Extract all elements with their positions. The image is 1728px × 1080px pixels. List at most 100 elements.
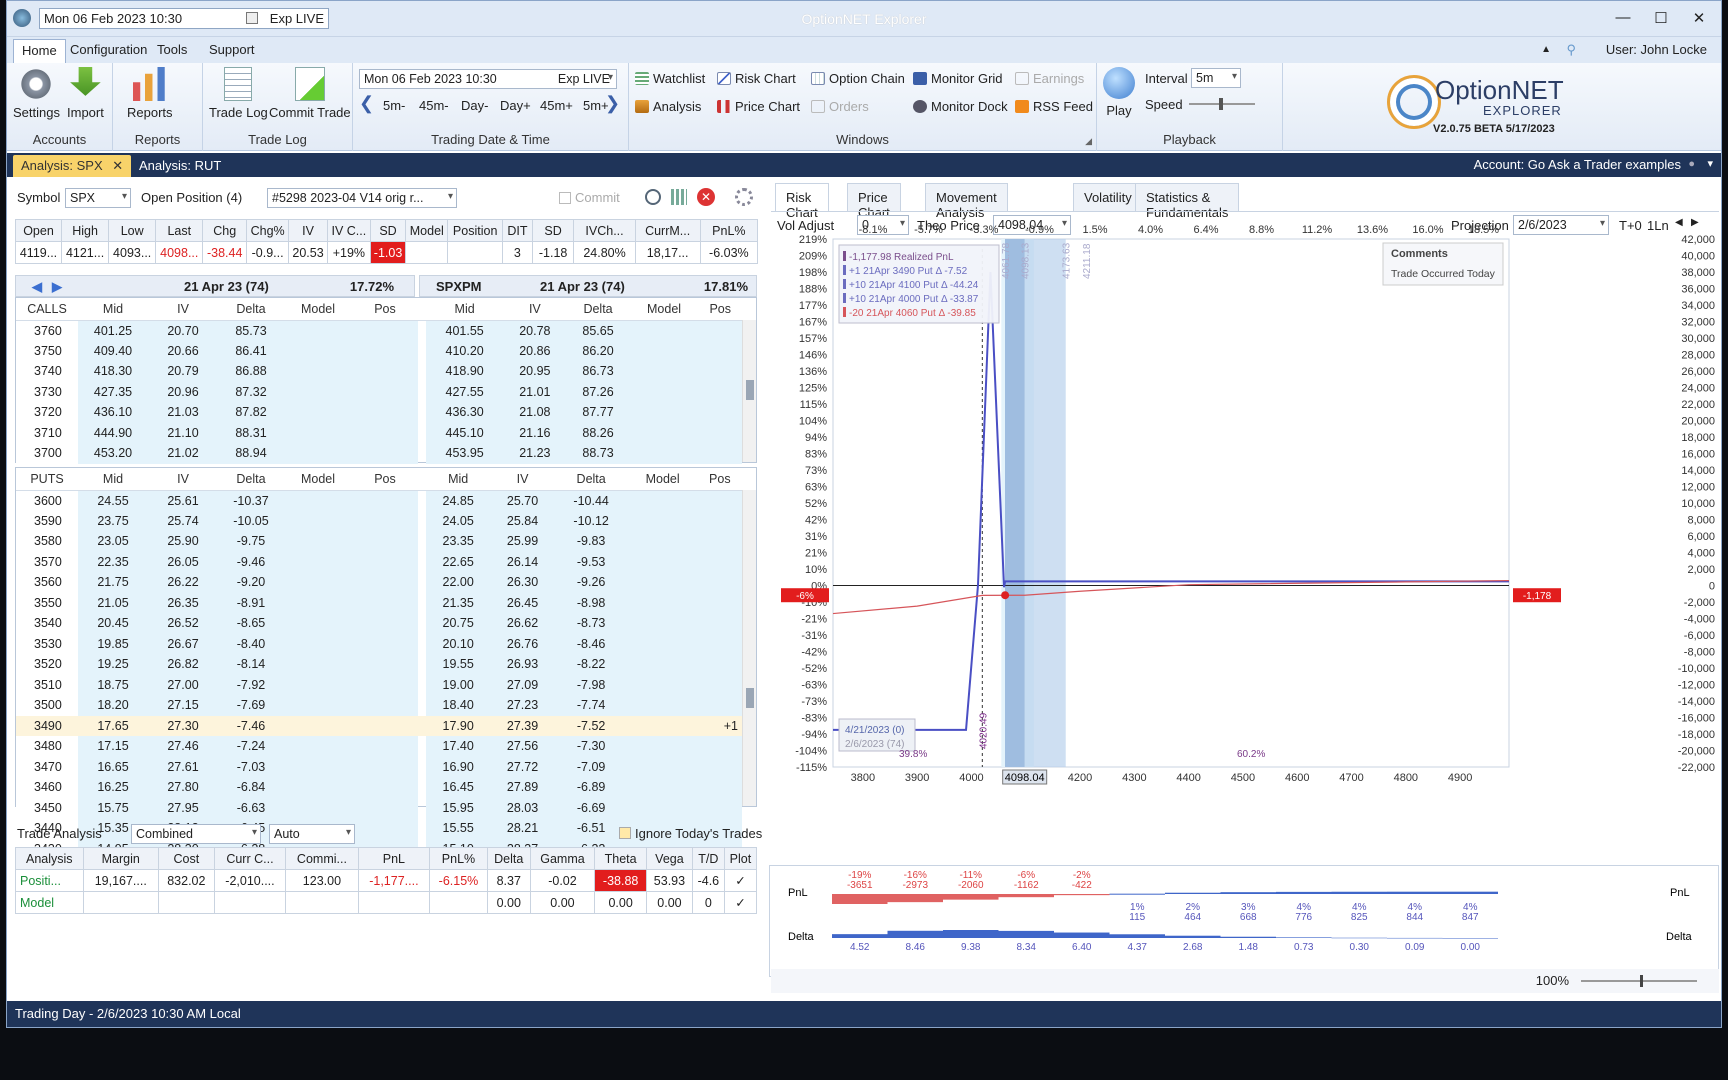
pm-pos-cell[interactable] (697, 510, 742, 531)
pos-cell[interactable] (352, 422, 418, 443)
earnings-button[interactable]: Earnings (1015, 71, 1084, 86)
risk-chart[interactable]: 219% 209% 198% 188% 177% 167% 157% 146% 136% 125%… (771, 224, 1719, 865)
puts-scrollbar[interactable] (742, 490, 756, 806)
table-row[interactable]: 3750 409.40 20.66 86.41 410.20 20.86 86.20 (16, 340, 756, 361)
pm-pos-cell[interactable] (697, 756, 742, 777)
pm-pos-cell[interactable] (697, 674, 742, 695)
pin-icon[interactable]: ⚲ (1566, 42, 1576, 58)
tplus-label[interactable]: T+0 (1619, 218, 1642, 233)
commit-trade-button[interactable]: Commit Trade (269, 67, 351, 120)
table-row[interactable]: 3570 22.35 26.05 -9.46 22.65 26.14 -9.53 (16, 551, 756, 572)
analysis-row[interactable]: Model 0.00 0.00 0.00 0.00 0 ✓ (15, 891, 758, 914)
pos-cell[interactable] (352, 736, 418, 757)
pos-cell[interactable] (352, 592, 418, 613)
pos-cell[interactable] (352, 633, 418, 654)
table-row[interactable]: 3500 18.20 27.15 -7.69 18.40 27.23 -7.74 (16, 695, 756, 716)
pos-cell[interactable] (352, 797, 418, 818)
pm-pos-cell[interactable] (697, 592, 742, 613)
analysis-cell[interactable]: Model (15, 891, 84, 914)
option-chain-button[interactable]: Option Chain (811, 71, 905, 86)
pm-pos-cell[interactable] (698, 422, 742, 443)
speed-slider[interactable] (1189, 98, 1255, 110)
plot-checkbox[interactable]: ✓ (723, 869, 758, 892)
monitor-grid-button[interactable]: Monitor Grid (913, 71, 1003, 86)
calls-scrollbar[interactable] (742, 320, 756, 462)
pm-pos-cell[interactable] (697, 777, 742, 798)
pos-cell[interactable] (352, 756, 418, 777)
table-row[interactable]: 3740 418.30 20.79 86.88 418.90 20.95 86.73 (16, 361, 756, 382)
table-row[interactable]: 3710 444.90 21.10 88.31 445.10 21.16 88.26 (16, 422, 756, 443)
tab-movement-analysis[interactable]: Movement Analysis (925, 183, 1008, 220)
table-row[interactable]: 3480 17.15 27.46 -7.24 17.40 27.56 -7.30 (16, 736, 756, 757)
tab-menu-icon[interactable]: ▾ (1707, 157, 1713, 170)
play-button[interactable]: Play (1103, 67, 1135, 118)
pm-pos-cell[interactable] (697, 797, 742, 818)
pos-cell[interactable] (352, 818, 418, 839)
tab-risk-chart[interactable]: Risk Chart (775, 183, 829, 220)
trade-analysis-mode-select[interactable]: Combined (131, 824, 261, 844)
table-row[interactable]: 3490 17.65 27.30 -7.46 17.90 27.39 -7.52 +1 (16, 715, 756, 736)
analysis-row[interactable]: Positi... 19,167.... 832.02 -2,010.... 123.0… (15, 869, 758, 892)
tab-volatility[interactable]: Volatility (1073, 183, 1143, 211)
table-row[interactable]: 3580 23.05 25.90 -9.75 23.35 25.99 -9.83 (16, 531, 756, 552)
plot-checkbox[interactable]: ✓ (723, 891, 758, 914)
step-day-forward[interactable]: Day+ (500, 98, 531, 113)
prev-expiry-icon[interactable]: ◀ (32, 279, 42, 295)
pos-cell[interactable] (352, 715, 418, 736)
projection-next-icon[interactable]: ▶ (1691, 217, 1699, 228)
maximize-icon[interactable]: ☐ (1651, 9, 1671, 27)
pm-pos-cell[interactable] (698, 402, 742, 423)
analysis-cell[interactable]: Positi... (15, 869, 84, 892)
table-row[interactable]: 3550 21.05 26.35 -8.91 21.35 26.45 -8.98 (16, 592, 756, 613)
table-row[interactable]: 3590 23.75 25.74 -10.05 24.05 25.84 -10.12 (16, 510, 756, 531)
pos-cell[interactable] (352, 531, 418, 552)
pos-cell[interactable] (352, 443, 418, 464)
tab-analysis-rut[interactable]: Analysis: RUT (131, 155, 229, 177)
pos-cell[interactable] (352, 490, 418, 511)
pm-pos-cell[interactable] (698, 320, 742, 341)
pos-cell[interactable] (352, 654, 418, 675)
next-expiry-icon[interactable]: ▶ (52, 279, 62, 295)
step-45m-back[interactable]: 45m- (419, 98, 449, 113)
pm-pos-cell[interactable]: +1 (697, 715, 742, 736)
puts-scroll-thumb[interactable] (746, 688, 754, 708)
step-5m-back[interactable]: 5m- (383, 98, 405, 113)
zoom-slider-thumb[interactable] (1640, 975, 1643, 987)
table-row[interactable]: 3700 453.20 21.02 88.94 453.95 21.23 88.73 (16, 443, 756, 464)
rss-feed-button[interactable]: RSS Feed (1015, 99, 1093, 114)
pm-pos-cell[interactable] (698, 443, 742, 464)
speed-slider-thumb[interactable] (1219, 98, 1223, 110)
table-row[interactable]: 3540 20.45 26.52 -8.65 20.75 26.62 -8.73 (16, 613, 756, 634)
step-day-back[interactable]: Day- (461, 98, 488, 113)
pos-cell[interactable] (352, 340, 418, 361)
step-forward-icon[interactable]: ❯ (605, 93, 620, 114)
pos-cell[interactable] (352, 402, 418, 423)
settings-button[interactable]: Settings (13, 67, 60, 120)
trade-analysis-auto-select[interactable]: Auto (269, 824, 355, 844)
pm-pos-cell[interactable] (697, 613, 742, 634)
menu-support[interactable]: Support (209, 42, 255, 57)
tab-statistics[interactable]: Statistics & Fundamentals (1135, 183, 1240, 220)
table-row[interactable]: 3760 401.25 20.70 85.73 401.55 20.78 85.65 (16, 320, 756, 341)
watchlist-button[interactable]: Watchlist (635, 71, 705, 86)
pm-pos-cell[interactable] (697, 490, 742, 511)
pm-pos-cell[interactable] (698, 340, 742, 361)
table-row[interactable]: 3520 19.25 26.82 -8.14 19.55 26.93 -8.22 (16, 654, 756, 675)
pm-pos-cell[interactable] (697, 736, 742, 757)
pin-dot-icon[interactable]: ● (1688, 158, 1695, 170)
pos-cell[interactable] (352, 777, 418, 798)
pos-cell[interactable] (352, 510, 418, 531)
table-row[interactable]: 3470 16.65 27.61 -7.03 16.90 27.72 -7.09 (16, 756, 756, 777)
pm-pos-cell[interactable] (697, 572, 742, 593)
analysis-button[interactable]: Analysis (635, 99, 701, 114)
symbol-select[interactable]: SPX (65, 188, 131, 208)
ribbon-date-picker[interactable]: Mon 06 Feb 2023 10:30 Exp LIVE (359, 69, 617, 89)
monitor-dock-button[interactable]: Monitor Dock (913, 99, 1008, 114)
tab-analysis-spx[interactable]: Analysis: SPX ✕ (13, 155, 132, 177)
ignore-todays-trades-checkbox[interactable] (619, 827, 631, 839)
collapse-ribbon-icon[interactable]: ▲ (1541, 44, 1551, 55)
interval-select[interactable]: 5m (1191, 68, 1241, 88)
grid-view-icon[interactable] (671, 189, 687, 205)
table-row[interactable]: 3730 427.35 20.96 87.32 427.55 21.01 87.26 (16, 381, 756, 402)
calls-scroll-thumb[interactable] (746, 380, 754, 400)
